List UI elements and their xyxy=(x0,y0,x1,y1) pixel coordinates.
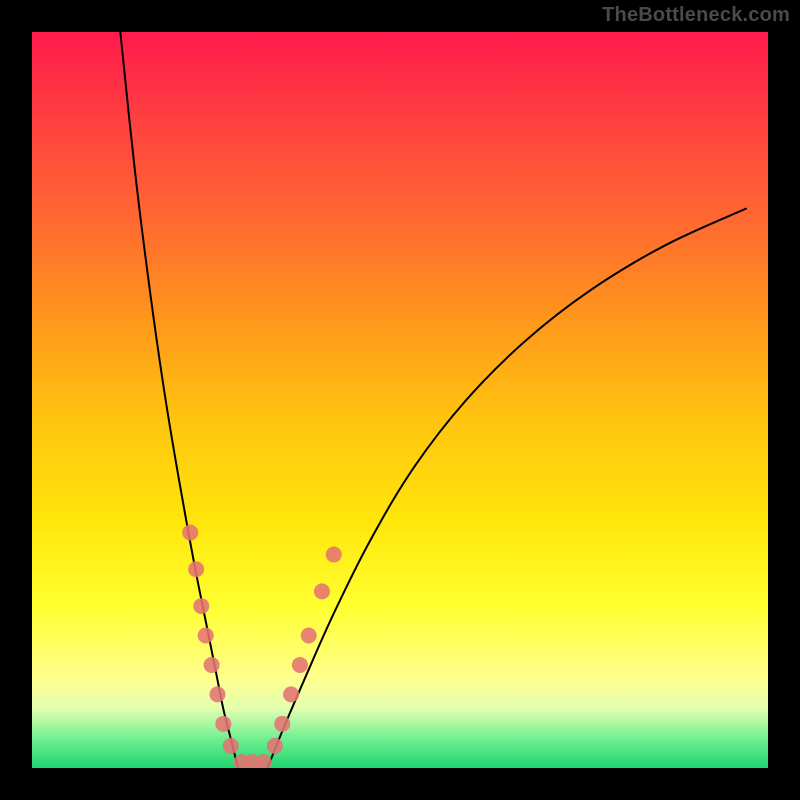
marker-dot xyxy=(215,716,231,732)
marker-dot xyxy=(326,547,342,563)
watermark-text: TheBottleneck.com xyxy=(602,4,790,27)
marker-dot xyxy=(182,524,198,540)
marker-dot xyxy=(301,628,317,644)
marker-dot xyxy=(204,657,220,673)
marker-dot xyxy=(267,738,283,754)
marker-dot xyxy=(223,738,239,754)
marker-dot xyxy=(209,686,225,702)
plot-area xyxy=(32,32,768,768)
marker-dot xyxy=(274,716,290,732)
marker-dot xyxy=(188,561,204,577)
marker-dot xyxy=(256,754,272,768)
curve-left-curve xyxy=(120,32,238,768)
curve-right-curve xyxy=(268,209,746,768)
marker-dot xyxy=(193,598,209,614)
marker-dot xyxy=(314,583,330,599)
marker-dot xyxy=(292,657,308,673)
marker-dot xyxy=(198,628,214,644)
chart-stage: TheBottleneck.com xyxy=(0,0,800,800)
marker-dot xyxy=(283,686,299,702)
curve-layer xyxy=(32,32,768,768)
